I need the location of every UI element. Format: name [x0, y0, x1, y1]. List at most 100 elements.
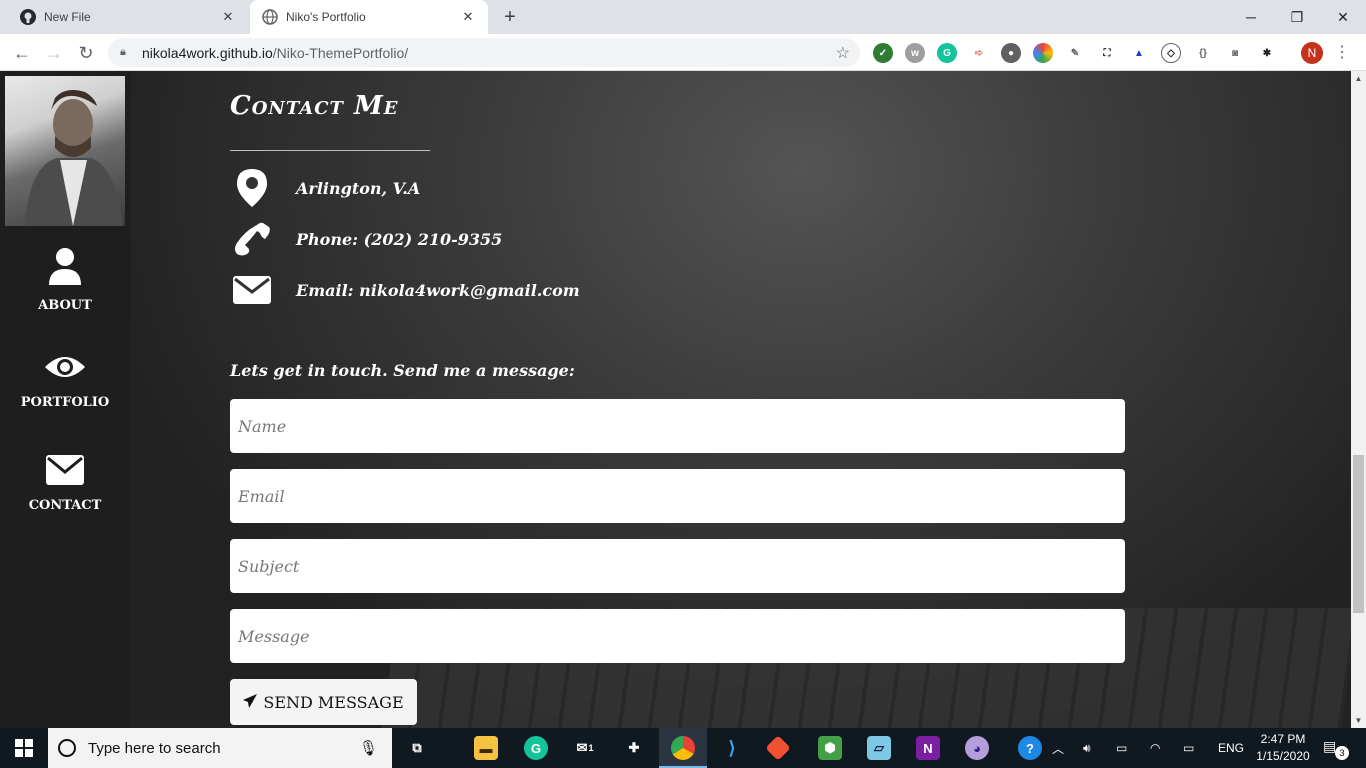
subject-input[interactable]: [230, 539, 1125, 593]
code-icon[interactable]: ◇: [1161, 43, 1181, 63]
cube-icon[interactable]: ⬢: [818, 736, 842, 760]
file-explorer-icon[interactable]: ▬: [474, 736, 498, 760]
address-bar[interactable]: 🔒︎ nikola4work.github.io/Niko-ThemePortf…: [108, 38, 860, 67]
sidebar-item-label: ABOUT: [38, 298, 92, 313]
close-icon[interactable]: ✕: [220, 9, 236, 25]
mail-badge: 1: [588, 743, 594, 753]
email-text: Email: nikola4work@gmail.com: [296, 280, 580, 300]
email-row: Email: nikola4work@gmail.com: [230, 270, 580, 310]
notepad-icon[interactable]: ▱: [867, 736, 891, 760]
w-icon[interactable]: w: [905, 43, 925, 63]
browser-toolbar: ← → ↻ 🔒︎ nikola4work.github.io/Niko-Them…: [0, 34, 1366, 71]
send-message-button[interactable]: SEND MESSAGE: [230, 679, 417, 725]
name-input[interactable]: [230, 399, 1125, 453]
phone-icon: [230, 219, 274, 259]
message-input[interactable]: [230, 609, 1125, 663]
envelope-icon: [0, 455, 130, 490]
eye-icon: [0, 352, 130, 387]
check-icon[interactable]: ✓: [873, 43, 893, 63]
avatar: [5, 76, 125, 226]
address-text: Arlington, V.A: [296, 178, 421, 198]
page-viewport: ABOUT PORTFOLIO CONTACT Contact Me Arlin…: [0, 71, 1366, 728]
help-icon[interactable]: ?: [1018, 736, 1042, 760]
sidebar-item-portfolio[interactable]: PORTFOLIO: [0, 352, 130, 410]
github-icon: [20, 9, 36, 25]
bug-icon[interactable]: ✱: [1257, 43, 1277, 63]
tray-chevron-icon[interactable]: ︿: [1052, 728, 1064, 768]
close-icon[interactable]: ✕: [460, 9, 476, 25]
chrome-icon[interactable]: [671, 736, 695, 760]
screenshot-icon[interactable]: ⛶: [1097, 43, 1117, 63]
sidebar-item-label: CONTACT: [28, 498, 102, 513]
search-placeholder: Type here to search: [88, 739, 221, 757]
sidebar-item-about[interactable]: ABOUT: [0, 247, 130, 313]
minimize-button[interactable]: ─: [1228, 0, 1274, 34]
page-scrollbar[interactable]: ▲ ▼: [1351, 71, 1366, 728]
new-tab-button[interactable]: +: [498, 5, 522, 29]
tab-new-file[interactable]: New File ✕: [8, 0, 248, 34]
globe-icon: [262, 9, 278, 25]
url-path: /Niko-ThemePortfolio/: [272, 44, 409, 61]
bracket-icon[interactable]: {}: [1193, 43, 1213, 63]
sidebar: ABOUT PORTFOLIO CONTACT: [0, 71, 130, 728]
tab-title: New File: [44, 10, 91, 24]
restore-button[interactable]: ❐: [1274, 0, 1320, 34]
tab-nikos-portfolio[interactable]: Niko's Portfolio ✕: [250, 0, 488, 34]
address-row: Arlington, V.A: [230, 168, 420, 208]
page-title: Contact Me: [230, 91, 399, 121]
taskbar-search-input[interactable]: Type here to search 🎙︎: [48, 728, 392, 768]
url-host: nikola4work.github.io: [142, 44, 273, 61]
notification-badge: 3: [1335, 746, 1349, 760]
form-lead-text: Lets get in touch. Send me a message:: [230, 361, 575, 380]
contact-section: Contact Me Arlington, V.A Phone: (202) 2…: [130, 71, 1359, 728]
scrollbar-thumb[interactable]: [1353, 455, 1364, 613]
scroll-down-icon[interactable]: ▼: [1351, 713, 1366, 728]
menu-dots-icon[interactable]: ⋮: [1334, 42, 1350, 64]
language-indicator[interactable]: ENG: [1218, 728, 1244, 768]
paper-plane-icon: [243, 693, 258, 712]
back-arrow-icon[interactable]: ←: [8, 39, 36, 67]
slack-icon[interactable]: ✚: [622, 736, 646, 760]
eyedropper-icon[interactable]: ✎: [1065, 43, 1085, 63]
mail-icon[interactable]: ✉ 1: [573, 736, 597, 760]
windows-start-icon[interactable]: [0, 728, 48, 768]
pointer-icon[interactable]: ➪: [969, 43, 989, 63]
envelope-icon: [230, 270, 274, 310]
clock-date: 1/15/2020: [1256, 749, 1310, 763]
clock-time: 2:47 PM: [1260, 732, 1306, 746]
triangle-icon[interactable]: ▲: [1129, 43, 1149, 63]
volume-icon[interactable]: 🔊︎: [1083, 728, 1091, 768]
display-icon[interactable]: ▭: [1183, 728, 1194, 768]
microphone-icon[interactable]: 🎙︎: [359, 739, 378, 757]
sidebar-item-label: PORTFOLIO: [20, 395, 110, 410]
grammarly-icon[interactable]: G: [524, 736, 548, 760]
task-view-icon[interactable]: ⧉: [405, 736, 429, 760]
forward-arrow-icon[interactable]: →: [40, 39, 68, 67]
divider: [230, 150, 430, 151]
onenote-icon[interactable]: N: [916, 736, 940, 760]
git-icon[interactable]: [765, 735, 791, 761]
notification-center-icon[interactable]: ▤ 3: [1323, 738, 1349, 760]
battery-icon[interactable]: ▭: [1116, 728, 1127, 768]
map-marker-icon: [230, 168, 274, 208]
camera-icon[interactable]: ◙: [1225, 43, 1245, 63]
reload-icon[interactable]: ↻: [72, 39, 100, 67]
tab-title: Niko's Portfolio: [286, 10, 366, 24]
vscode-icon[interactable]: ⟩: [720, 736, 744, 760]
github-desktop-icon[interactable]: ◕: [965, 736, 989, 760]
wifi-icon[interactable]: ◠: [1150, 728, 1160, 768]
grammarly-icon[interactable]: G: [937, 43, 957, 63]
color-wheel-icon[interactable]: [1033, 43, 1053, 63]
taskbar: Type here to search 🎙︎ ⧉ ▬ G ✉ 1 ✚ ⟩ ⬢ ▱ …: [0, 728, 1366, 768]
close-window-button[interactable]: ✕: [1320, 0, 1366, 34]
send-message-label: SEND MESSAGE: [263, 692, 404, 712]
sidebar-item-contact[interactable]: CONTACT: [0, 455, 130, 513]
profile-avatar[interactable]: N: [1301, 42, 1323, 64]
taskbar-clock[interactable]: 2:47 PM 1/15/2020: [1252, 731, 1314, 765]
bookmark-star-icon[interactable]: ☆: [836, 43, 850, 63]
cortana-icon: [58, 739, 76, 757]
browser-tabstrip: New File ✕ Niko's Portfolio ✕ + ─ ❐ ✕: [0, 0, 1366, 34]
email-input[interactable]: [230, 469, 1125, 523]
circle-icon[interactable]: ●: [1001, 43, 1021, 63]
scroll-up-icon[interactable]: ▲: [1351, 71, 1366, 86]
